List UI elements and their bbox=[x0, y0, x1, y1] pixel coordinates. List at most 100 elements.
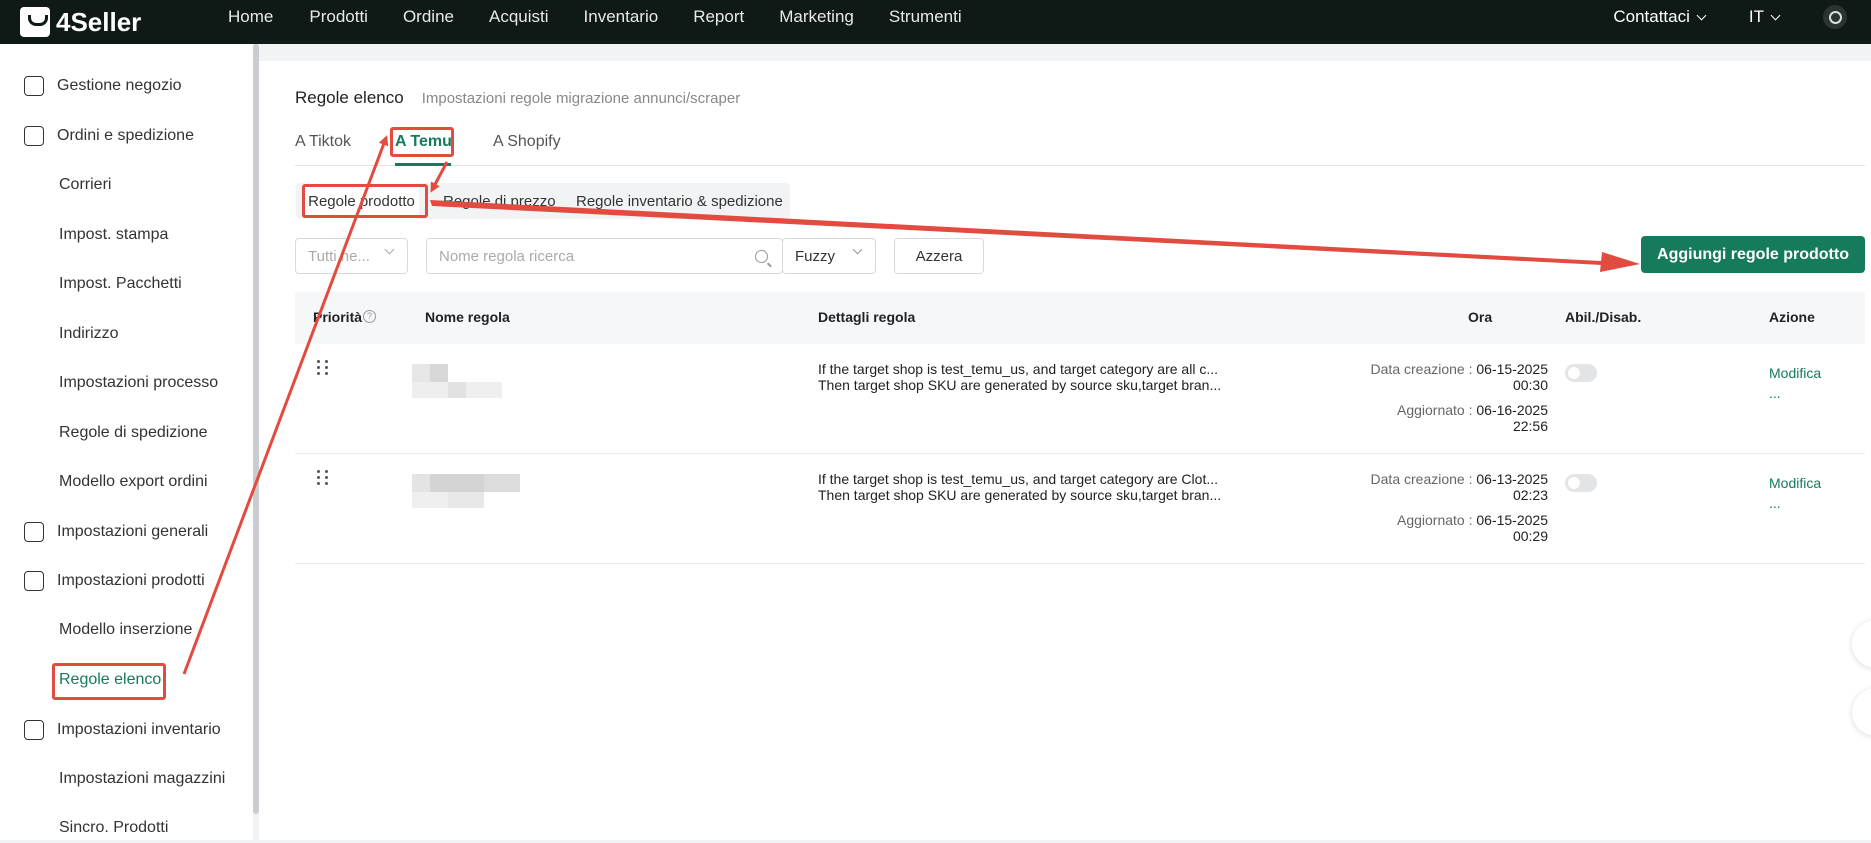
contact-dropdown[interactable]: Contattaci bbox=[1613, 7, 1707, 27]
segment-regole-prezzo[interactable]: Regole di prezzo bbox=[443, 183, 556, 219]
column-header-priority: Priorità bbox=[313, 309, 363, 325]
created-label: Data creazione : bbox=[1370, 471, 1473, 487]
created-clock: 02:23 bbox=[1512, 487, 1548, 503]
sidebar-item-impost-stampa[interactable]: Impost. stampa bbox=[59, 220, 168, 250]
sidebar-item-label: Impostazioni magazzini bbox=[59, 770, 226, 787]
enable-toggle[interactable] bbox=[1565, 364, 1597, 382]
sidebar-item-sincro-prodotti[interactable]: Sincro. Prodotti bbox=[59, 813, 168, 843]
column-header-details: Dettagli regola bbox=[818, 309, 916, 325]
tab-a-shopify[interactable]: A Shopify bbox=[493, 133, 561, 151]
annotation-highlight-box bbox=[390, 127, 454, 157]
sidebar-item-label: Sincro. Prodotti bbox=[59, 819, 169, 836]
house-icon bbox=[24, 720, 44, 740]
chevron-down-icon bbox=[1770, 10, 1781, 20]
add-product-rule-button[interactable]: Aggiungi regole prodotto bbox=[1641, 236, 1865, 273]
created-time: Data creazione : 06-15-2025 00:30 bbox=[1371, 361, 1548, 393]
sidebar-item-impost-pacchetti[interactable]: Impost. Pacchetti bbox=[59, 269, 182, 299]
updated-clock: 22:56 bbox=[1512, 418, 1548, 434]
chevron-down-icon bbox=[1696, 10, 1707, 20]
edit-link[interactable]: Modifica bbox=[1769, 473, 1821, 493]
rule-details-line: If the target shop is test_temu_us, and … bbox=[818, 471, 1218, 487]
row-actions: Modifica ... bbox=[1769, 363, 1821, 403]
updated-clock: 00:29 bbox=[1512, 528, 1548, 544]
match-mode-select[interactable]: Fuzzy bbox=[782, 238, 876, 274]
nav-item-acquisti[interactable]: Acquisti bbox=[489, 7, 549, 27]
nav-item-ordine[interactable]: Ordine bbox=[403, 7, 454, 27]
sidebar-item-corrieri[interactable]: Corrieri bbox=[59, 170, 111, 200]
sidebar-item-label: Impostazioni inventario bbox=[57, 721, 221, 738]
search-input[interactable]: Nome regola ricerca bbox=[426, 238, 783, 274]
column-header-action: Azione bbox=[1769, 309, 1815, 325]
sidebar-item-label: Impostazioni generali bbox=[57, 523, 209, 540]
nav-item-report[interactable]: Report bbox=[693, 7, 744, 27]
row-actions: Modifica ... bbox=[1769, 473, 1821, 513]
updated-date: 06-16-2025 bbox=[1476, 402, 1548, 418]
drag-handle-icon[interactable] bbox=[317, 360, 329, 375]
table-row: If the target shop is test_temu_us, and … bbox=[295, 344, 1865, 454]
more-actions-link[interactable]: ... bbox=[1769, 383, 1821, 403]
store-icon bbox=[24, 76, 44, 96]
more-actions-link[interactable]: ... bbox=[1769, 493, 1821, 513]
enable-toggle[interactable] bbox=[1565, 474, 1597, 492]
edit-link[interactable]: Modifica bbox=[1769, 363, 1821, 383]
language-dropdown[interactable]: IT bbox=[1749, 7, 1781, 27]
gear-icon[interactable] bbox=[1823, 5, 1847, 29]
created-date: 06-15-2025 bbox=[1476, 361, 1548, 377]
top-right-menu: Contattaci IT bbox=[1613, 0, 1871, 34]
column-header-name: Nome regola bbox=[425, 309, 510, 325]
status-select[interactable]: Tutti ne... bbox=[295, 238, 408, 274]
sidebar-item-modello-export-ordini[interactable]: Modello export ordini bbox=[59, 467, 208, 497]
match-mode-value: Fuzzy bbox=[795, 247, 836, 265]
sidebar-item-label: Impost. Pacchetti bbox=[59, 275, 182, 292]
brand-name: 4Seller bbox=[56, 6, 142, 37]
clipboard-icon bbox=[24, 126, 44, 146]
reset-button[interactable]: Azzera bbox=[894, 238, 984, 274]
sidebar-item-impostazioni-prodotti[interactable]: Impostazioni prodotti bbox=[24, 566, 205, 596]
nav-item-prodotti[interactable]: Prodotti bbox=[309, 7, 368, 27]
sidebar-item-indirizzo[interactable]: Indirizzo bbox=[59, 319, 119, 349]
status-select-value: Tutti ne... bbox=[308, 247, 370, 265]
created-clock: 00:30 bbox=[1512, 377, 1548, 393]
nav-item-marketing[interactable]: Marketing bbox=[779, 7, 854, 27]
rule-details-line: Then target shop SKU are generated by so… bbox=[818, 377, 1222, 393]
column-header-toggle: Abil./Disab. bbox=[1565, 309, 1642, 325]
sidebar-item-label: Ordini e spedizione bbox=[57, 127, 194, 144]
contact-label: Contattaci bbox=[1613, 7, 1690, 26]
upload-box-icon bbox=[24, 571, 44, 591]
sidebar-item-gestione-negozio[interactable]: Gestione negozio bbox=[24, 71, 182, 101]
rule-details: If the target shop is test_temu_us, and … bbox=[818, 471, 1238, 503]
sidebar-item-label: Gestione negozio bbox=[57, 77, 182, 94]
sidebar-item-label: Impostazioni prodotti bbox=[57, 572, 205, 589]
segment-regole-inventario[interactable]: Regole inventario & spedizione bbox=[576, 183, 783, 219]
column-header-time: Ora bbox=[1468, 309, 1493, 325]
created-time: Data creazione : 06-13-2025 02:23 bbox=[1371, 471, 1548, 503]
sidebar-item-ordini-spedizione[interactable]: Ordini e spedizione bbox=[24, 121, 194, 151]
sidebar-item-modello-inserzione[interactable]: Modello inserzione bbox=[59, 615, 192, 645]
rule-details-line: If the target shop is test_temu_us, and … bbox=[818, 361, 1218, 377]
search-icon[interactable] bbox=[755, 250, 768, 263]
sidebar-item-impostazioni-inventario[interactable]: Impostazioni inventario bbox=[24, 715, 221, 745]
updated-label: Aggiornato : bbox=[1396, 402, 1473, 418]
sidebar-item-label: Modello export ordini bbox=[59, 473, 208, 490]
page-header: Regole elenco Impostazioni regole migraz… bbox=[295, 88, 740, 108]
brand-logo[interactable]: 4Seller bbox=[20, 6, 141, 38]
sidebar-item-label: Corrieri bbox=[59, 176, 112, 193]
nav-item-inventario[interactable]: Inventario bbox=[584, 7, 659, 27]
printer-icon bbox=[24, 522, 44, 542]
active-tab-indicator bbox=[395, 163, 451, 166]
rule-details-line: Then target shop SKU are generated by so… bbox=[818, 487, 1222, 503]
sidebar-item-regole-spedizione[interactable]: Regole di spedizione bbox=[59, 418, 208, 448]
nav-item-home[interactable]: Home bbox=[228, 7, 273, 27]
sidebar-item-impostazioni-processo[interactable]: Impostazioni processo bbox=[59, 368, 218, 398]
created-label: Data creazione : bbox=[1370, 361, 1473, 377]
table-row: If the target shop is test_temu_us, and … bbox=[295, 454, 1865, 564]
sidebar-item-label: Regole di spedizione bbox=[59, 424, 208, 441]
sidebar-item-impostazioni-magazzini[interactable]: Impostazioni magazzini bbox=[59, 764, 225, 794]
tab-a-tiktok[interactable]: A Tiktok bbox=[295, 133, 351, 151]
sidebar-item-impostazioni-generali[interactable]: Impostazioni generali bbox=[24, 517, 208, 547]
nav-item-strumenti[interactable]: Strumenti bbox=[889, 7, 962, 27]
help-icon[interactable]: ? bbox=[363, 310, 376, 323]
drag-handle-icon[interactable] bbox=[317, 470, 329, 485]
main-nav: Home Prodotti Ordine Acquisti Inventario… bbox=[228, 0, 997, 34]
table-header: Priorità ? Nome regola Dettagli regola O… bbox=[295, 292, 1865, 344]
